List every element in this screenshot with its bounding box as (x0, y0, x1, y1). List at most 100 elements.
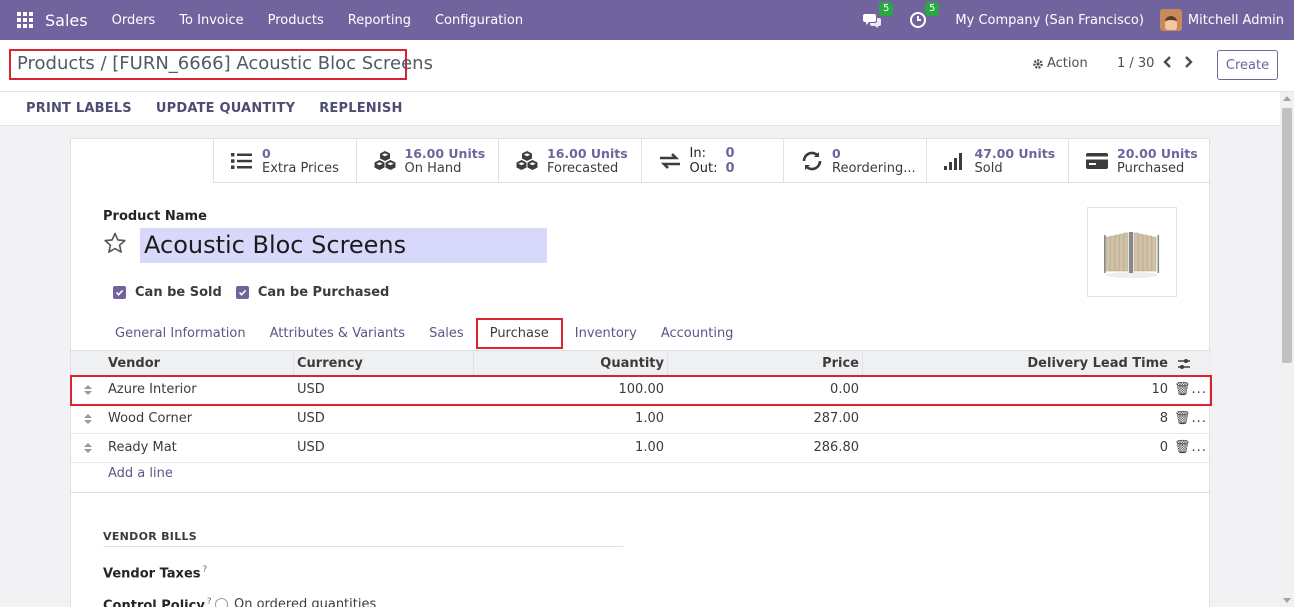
update-quantity-button[interactable]: UPDATE QUANTITY (156, 101, 295, 116)
forecasted-value: 16.00 Units (547, 146, 628, 161)
menu-reporting[interactable]: Reporting (336, 13, 423, 28)
table-row[interactable]: Ready Mat USD 1.00 286.80 0 🗑... (71, 434, 1211, 463)
menu-to-invoice[interactable]: To Invoice (167, 13, 255, 28)
action-menu-button[interactable]: Action (1032, 56, 1088, 71)
product-image[interactable] (1087, 207, 1177, 297)
price-cell[interactable]: 0.00 (671, 376, 859, 404)
app-name[interactable]: Sales (45, 11, 88, 30)
out-value: 0 (725, 161, 735, 176)
sold-label: Sold (974, 161, 1003, 176)
price-cell[interactable]: 287.00 (671, 405, 860, 433)
top-navbar: Sales Orders To Invoice Products Reporti… (0, 0, 1294, 40)
scroll-up-arrow-icon[interactable] (1283, 96, 1291, 101)
tab-general-information[interactable]: General Information (103, 318, 258, 349)
product-name-input[interactable]: Acoustic Bloc Screens (140, 228, 547, 263)
user-avatar[interactable] (1159, 9, 1182, 31)
quantity-cell[interactable]: 100.00 (481, 376, 665, 404)
exchange-arrows-icon (659, 153, 680, 169)
breadcrumb-current: [FURN_6666] Acoustic Bloc Screens (112, 53, 433, 74)
vendor-cell[interactable]: Azure Interior (108, 376, 197, 404)
vendor-cell[interactable]: Ready Mat (108, 434, 177, 462)
column-quantity[interactable]: Quantity (481, 351, 664, 377)
acoustic-screen-image (1104, 232, 1160, 278)
forecasted-button[interactable]: 16.00 Units Forecasted (498, 139, 641, 183)
column-price[interactable]: Price (671, 351, 859, 377)
currency-cell[interactable]: USD (297, 434, 325, 462)
pager-value[interactable]: 1 / 30 (1117, 56, 1154, 71)
menu-configuration[interactable]: Configuration (423, 13, 535, 28)
drag-handle-icon[interactable] (84, 434, 92, 462)
column-vendor[interactable]: Vendor (108, 351, 160, 377)
currency-cell[interactable]: USD (297, 376, 325, 404)
tab-attributes-variants[interactable]: Attributes & Variants (258, 318, 417, 349)
control-policy-label: Control Policy? (103, 597, 212, 607)
star-icon[interactable] (103, 231, 127, 255)
vendor-cell[interactable]: Wood Corner (108, 405, 192, 433)
lead-time-cell[interactable]: 0 (871, 434, 1168, 462)
reordering-label: Reordering... (832, 161, 916, 176)
purchased-button[interactable]: 20.00 Units Purchased (1068, 139, 1211, 183)
can-be-sold-checkbox[interactable]: Can be Sold (113, 285, 222, 300)
scrollbar-thumb[interactable] (1282, 108, 1292, 363)
pager-previous-button[interactable] (1162, 54, 1172, 73)
menu-products[interactable]: Products (256, 13, 336, 28)
chevron-left-icon (1163, 56, 1171, 68)
form-statusbar: PRINT LABELS UPDATE QUANTITY REPLENISH (0, 92, 1294, 126)
help-tooltip-icon[interactable]: ? (207, 597, 212, 607)
on-hand-label: On Hand (404, 161, 462, 176)
in-out-button[interactable]: In: 0 Out: 0 (640, 139, 784, 183)
messages-count-badge: 5 (879, 2, 894, 16)
form-sheet: 0 Extra Prices 16.00 Units On Hand 16.00 U… (70, 138, 1212, 607)
extra-prices-button[interactable]: 0 Extra Prices (213, 139, 356, 183)
optional-columns-toggle[interactable] (1177, 351, 1193, 377)
drag-handle-icon[interactable] (84, 405, 92, 433)
trash-icon[interactable]: 🗑... (1174, 405, 1206, 433)
vendor-pricelist-table: Vendor Currency Quantity Price Delivery … (70, 350, 1212, 493)
add-line-link[interactable]: Add a line (108, 466, 173, 481)
activities-button[interactable]: 5 (909, 2, 940, 29)
help-tooltip-icon[interactable]: ? (203, 565, 208, 575)
quantity-cell[interactable]: 1.00 (481, 434, 664, 462)
tab-purchase[interactable]: Purchase (475, 318, 563, 349)
quantity-cell[interactable]: 1.00 (481, 405, 664, 433)
lead-time-cell[interactable]: 10 (871, 376, 1168, 404)
drag-handle-icon[interactable] (84, 376, 92, 404)
reordering-button[interactable]: 0 Reordering... (783, 139, 926, 183)
messages-button[interactable]: 5 (863, 2, 894, 29)
tab-inventory[interactable]: Inventory (563, 318, 649, 349)
tab-sales[interactable]: Sales (417, 318, 476, 349)
menu-orders[interactable]: Orders (100, 13, 168, 28)
table-row[interactable]: Wood Corner USD 1.00 287.00 8 🗑... (71, 405, 1211, 434)
table-row[interactable]: Azure Interior USD 100.00 0.00 10 🗑... (70, 375, 1212, 406)
can-be-purchased-checkbox[interactable]: Can be Purchased (235, 285, 390, 300)
breadcrumb-separator: / (100, 53, 107, 74)
currency-cell[interactable]: USD (297, 405, 325, 433)
pager-next-button[interactable] (1184, 54, 1194, 73)
company-switcher[interactable]: My Company (San Francisco) (955, 13, 1143, 28)
purchased-value: 20.00 Units (1117, 146, 1198, 161)
trash-icon[interactable]: 🗑... (1174, 376, 1206, 404)
replenish-button[interactable]: REPLENISH (319, 101, 402, 116)
print-labels-button[interactable]: PRINT LABELS (26, 101, 132, 116)
purchased-label: Purchased (1117, 161, 1185, 176)
trash-icon[interactable]: 🗑... (1174, 434, 1206, 462)
scroll-down-arrow-icon[interactable] (1283, 598, 1291, 603)
lead-time-cell[interactable]: 8 (871, 405, 1168, 433)
price-cell[interactable]: 286.80 (671, 434, 860, 462)
create-button[interactable]: Create (1217, 50, 1278, 80)
breadcrumb-products-link[interactable]: Products (17, 53, 95, 74)
can-be-purchased-label: Can be Purchased (257, 285, 390, 300)
control-panel: Products / [FURN_6666] Acoustic Bloc Scr… (0, 40, 1294, 92)
user-menu[interactable]: Mitchell Admin (1188, 13, 1284, 28)
cubes-icon (516, 151, 538, 170)
apps-grid-icon[interactable] (17, 12, 33, 28)
signal-bars-icon (943, 153, 962, 170)
page-scrollbar[interactable] (1280, 92, 1294, 607)
column-delivery-lead-time[interactable]: Delivery Lead Time (871, 351, 1168, 377)
on-hand-button[interactable]: 16.00 Units On Hand (355, 139, 499, 183)
control-policy-ordered-radio[interactable]: On ordered quantities (215, 597, 376, 607)
sold-button[interactable]: 47.00 Units Sold (925, 139, 1069, 183)
vendor-bills-section-title: VENDOR BILLS (103, 530, 623, 547)
column-currency[interactable]: Currency (297, 351, 363, 377)
tab-accounting[interactable]: Accounting (649, 318, 746, 349)
